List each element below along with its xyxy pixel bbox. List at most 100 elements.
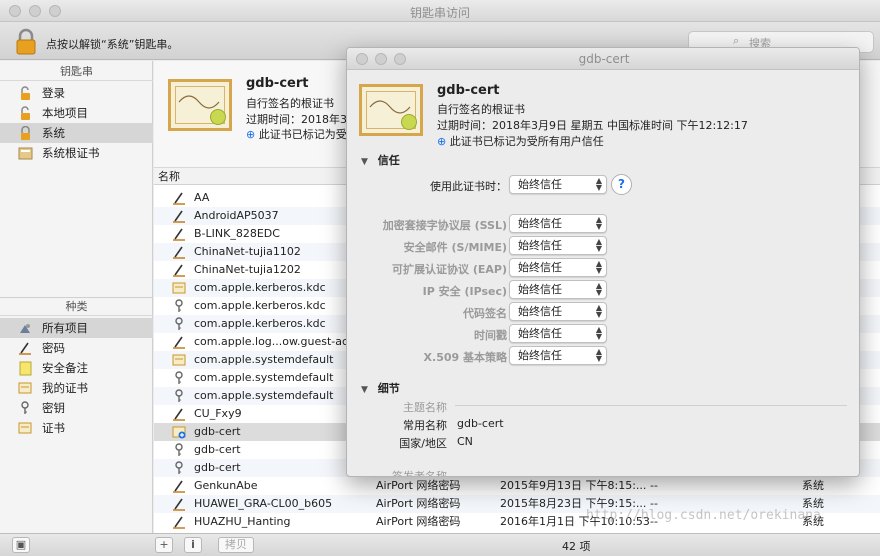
add-button[interactable]: + [155,537,173,553]
use-cert-value: 始终信任 [518,178,562,191]
country-value: CN [457,435,473,448]
sidebar-category-label: 所有项目 [42,321,88,335]
pen-icon [172,479,186,493]
detail-expiry: 过期时间：2018年3 [246,113,347,126]
cert-trust-text: 此证书已标记为受所有用户信任 [449,135,604,148]
key-icon [172,461,186,475]
key-icon [172,443,186,457]
details-section-toggle[interactable]: ▼ 细节 [361,380,400,396]
sidebar-keychain-label: 本地项目 [42,106,88,120]
help-button[interactable]: ? [611,174,632,195]
row-name: gdb-cert [194,461,241,474]
trust-section-toggle[interactable]: ▼ 信任 [361,152,400,168]
row-name: com.apple.kerberos.kdc [194,299,326,312]
row-name: AA [194,191,210,204]
info-button[interactable]: i [184,537,202,553]
sidebar-category-0[interactable]: 所有项目 [0,318,153,338]
sidebar-keychain-2[interactable]: 系统 [0,123,153,143]
policy-label: 代码签名 [463,307,507,320]
row-name: com.apple.systemdefault [194,353,334,366]
key-icon [172,389,186,403]
key-icon [18,401,33,416]
row-name: gdb-cert [194,443,241,456]
sidebar-category-5[interactable]: 证书 [0,418,153,438]
policy-label: 加密套接字协议层 (SSL) [382,219,507,232]
key-icon [172,317,186,331]
policy-label: X.509 基本策略 [423,351,507,364]
detail-name: gdb-cert [246,76,309,91]
sidebar-keychain-3[interactable]: 系统根证书 [0,143,153,163]
row-name: ChinaNet-tujia1102 [194,245,301,258]
row-name: com.apple.kerberos.kdc [194,317,326,330]
row-name: ChinaNet-tujia1202 [194,263,301,276]
row-name: com.apple.systemdefault [194,371,334,384]
policy-popup[interactable]: 始终信任 ▲ ▼ [509,236,607,255]
policy-popup[interactable]: 始终信任 ▲ ▼ [509,324,607,343]
policy-popup[interactable]: 始终信任 ▲ ▼ [509,302,607,321]
row-name: B-LINK_828EDC [194,227,280,240]
search-icon: ⌕ [733,34,740,47]
pen-icon [172,209,186,223]
sidebar-category-label: 证书 [42,421,65,435]
table-row[interactable]: GenkunAbe AirPort 网络密码 2015年9月13日 下午8:15:.… [154,477,880,495]
policy-value: 始终信任 [518,217,562,230]
sidebar-category-3[interactable]: 我的证书 [0,378,153,398]
use-cert-popup[interactable]: 始终信任 ▲ ▼ [509,175,607,194]
copy-button[interactable]: 拷贝 [218,537,254,553]
sidebar-keychain-1[interactable]: 本地项目 [0,103,153,123]
row-name: com.apple.log...ow.guest-acco [194,335,361,348]
detail-subtitle: 自行签名的根证书 [246,97,334,110]
certificate-icon [168,79,232,131]
pen-icon [172,191,186,205]
cert-trust-note: ⊕ 此证书已标记为受所有用户信任 [437,133,604,149]
trust-header: 信任 [377,154,400,167]
show-sidebar-button[interactable]: ▣ [12,537,30,553]
sidebar-keychain-0[interactable]: 登录 [0,83,153,103]
cert-window-titlebar: gdb-cert [347,48,859,70]
cert-subtitle: 自行签名的根证书 [437,103,525,116]
policy-label: 时间戳 [474,329,507,342]
policy-popup[interactable]: 始终信任 ▲ ▼ [509,280,607,299]
popup-arrows-icon: ▲ ▼ [595,303,602,319]
popup-arrows-icon: ▲ ▼ [595,281,602,297]
main-titlebar: 钥匙串访问 [0,0,880,22]
lock-open-icon [18,86,33,101]
sidebar-category-4[interactable]: 密钥 [0,398,153,418]
row-name: HUAZHU_Hanting [194,515,291,528]
policy-value: 始终信任 [518,261,562,274]
certificate-icon [172,281,186,295]
use-cert-label: 使用此证书时： [430,180,507,193]
window-title: 钥匙串访问 [409,6,470,20]
key-icon [172,371,186,385]
lock-icon[interactable] [14,28,38,56]
certificate-icon [359,84,423,136]
policy-popup[interactable]: 始终信任 ▲ ▼ [509,346,607,365]
policy-value: 始终信任 [518,327,562,340]
sidebar-category-label: 我的证书 [42,381,88,395]
subject-name-header: 主题名称 [403,401,447,414]
certificate-plus-icon [172,425,186,439]
policy-value: 始终信任 [518,349,562,362]
certificate-icon [18,381,33,396]
key-icon [172,299,186,313]
details-header: 细节 [377,382,400,395]
popup-arrows-icon: ▲ ▼ [595,325,602,341]
row-name: com.apple.systemdefault [194,389,334,402]
sidebar-category-2[interactable]: 安全备注 [0,358,153,378]
sidebar-category-1[interactable]: 密码 [0,338,153,358]
lock-icon [18,125,33,141]
policy-popup[interactable]: 始终信任 ▲ ▼ [509,258,607,277]
row-name: HUAWEI_GRA-CL00_b605 [194,497,333,510]
policy-popup[interactable]: 始终信任 ▲ ▼ [509,214,607,233]
pen-icon [18,341,33,356]
plus-icon: ⊕ [437,135,447,148]
row-name: com.apple.kerberos.kdc [194,281,326,294]
common-name-label: 常用名称 [403,419,447,432]
row-name: GenkunAbe [194,479,258,492]
note-icon [18,361,33,376]
sidebar-keychain-label: 登录 [42,86,65,100]
category-header: 种类 [0,298,153,316]
detail-trust-text: 此证书已标记为受 [258,128,347,141]
keychains-header: 钥匙串 [0,63,153,81]
row-kind: AirPort 网络密码 [376,479,461,492]
